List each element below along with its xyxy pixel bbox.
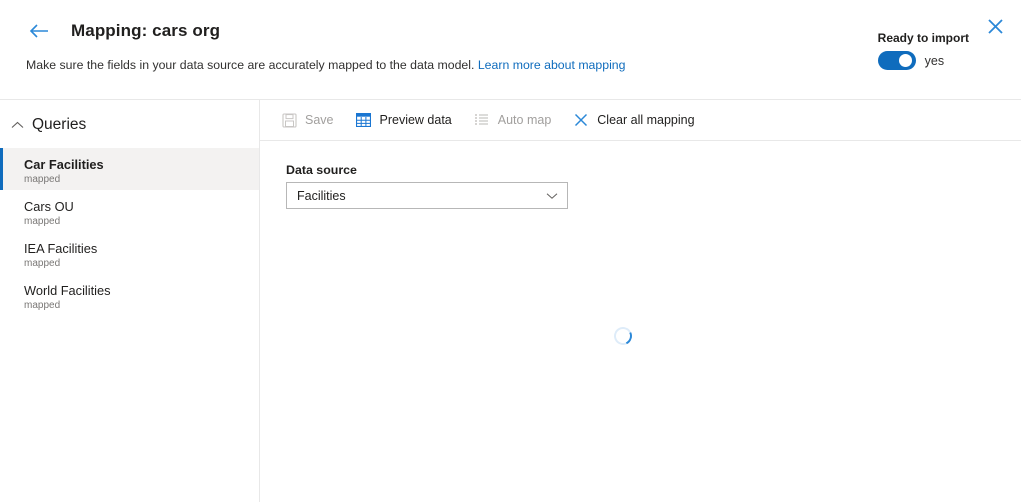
command-toolbar: Save Preview data Auto map Clear all map… [260, 100, 1021, 141]
toggle-value-label: yes [924, 53, 945, 68]
auto-map-button-label: Auto map [497, 113, 552, 127]
query-name: World Facilities [24, 283, 111, 298]
close-icon[interactable] [984, 15, 1006, 37]
ready-to-import-toggle[interactable] [877, 51, 916, 70]
learn-more-link[interactable]: Learn more about mapping [478, 58, 626, 72]
clear-all-mapping-button[interactable]: Clear all mapping [564, 104, 703, 136]
loading-spinner-icon [611, 324, 635, 348]
data-source-dropdown[interactable]: Facilities [286, 182, 568, 209]
mapping-content-area: Data source Facilities [260, 141, 1021, 502]
ready-to-import-label: Ready to import [877, 31, 969, 45]
clear-all-mapping-button-label: Clear all mapping [597, 113, 695, 127]
query-name: IEA Facilities [24, 241, 98, 256]
queries-section-header[interactable]: Queries [0, 100, 259, 148]
save-button[interactable]: Save [272, 104, 343, 136]
clear-x-icon [573, 112, 589, 128]
page-title: Mapping: cars org [71, 21, 221, 40]
query-status: mapped [24, 174, 61, 185]
auto-map-button[interactable]: Auto map [465, 104, 561, 136]
sidebar-item-iea-facilities[interactable]: IEA Facilities mapped [0, 232, 259, 274]
header-subtitle: Make sure the fields in your data source… [26, 58, 626, 72]
spinner-ring [611, 324, 635, 348]
query-name: Cars OU [24, 199, 74, 214]
data-source-label: Data source [286, 163, 357, 177]
query-status: mapped [24, 300, 61, 311]
toggle-knob [898, 54, 912, 67]
header-title-row: Mapping: cars org [0, 0, 1021, 46]
page-header: Mapping: cars org Make sure the fields i… [0, 0, 1021, 100]
chevron-up-icon [10, 118, 24, 132]
sidebar-item-car-facilities[interactable]: Car Facilities mapped [0, 148, 259, 190]
data-source-value: Facilities [297, 188, 346, 203]
query-status: mapped [24, 216, 61, 227]
save-icon [281, 112, 297, 128]
query-name: Car Facilities [24, 157, 104, 172]
body-container: Queries Car Facilities mapped Cars OU ma… [0, 100, 1021, 502]
queries-section-title: Queries [32, 116, 87, 133]
queries-sidebar: Queries Car Facilities mapped Cars OU ma… [0, 100, 260, 502]
back-arrow-icon[interactable] [28, 20, 50, 42]
header-subtitle-text: Make sure the fields in your data source… [26, 58, 475, 72]
main-panel: Save Preview data Auto map Clear all map… [260, 100, 1021, 502]
save-button-label: Save [305, 113, 334, 127]
ready-to-import-toggle-row: yes [877, 51, 969, 70]
preview-data-button-label: Preview data [379, 113, 452, 127]
ready-to-import-block: Ready to import yes [877, 31, 969, 70]
sidebar-item-world-facilities[interactable]: World Facilities mapped [0, 274, 259, 316]
preview-data-button[interactable]: Preview data [347, 104, 461, 136]
query-status: mapped [24, 258, 61, 269]
sidebar-item-cars-ou[interactable]: Cars OU mapped [0, 190, 259, 232]
list-icon [474, 112, 490, 128]
table-grid-icon [356, 112, 372, 128]
chevron-down-icon [546, 190, 558, 202]
